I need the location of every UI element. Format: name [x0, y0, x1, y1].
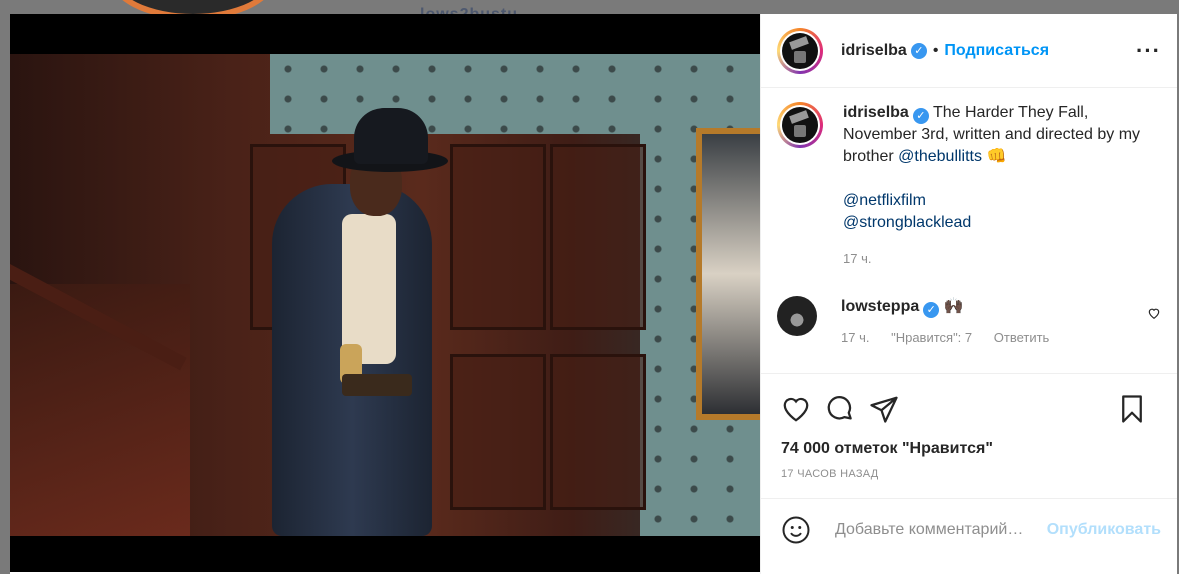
more-options-icon[interactable]: ··· — [1136, 38, 1161, 64]
caption-username[interactable]: idriselba — [843, 104, 909, 121]
post-media[interactable] — [10, 14, 760, 572]
add-comment-bar: Опубликовать — [761, 498, 1177, 560]
mention-link[interactable]: @thebullitts — [898, 148, 982, 165]
follow-button[interactable]: Подписаться — [944, 42, 1049, 60]
post-photo — [10, 54, 760, 536]
gun-belt — [342, 374, 412, 396]
bookmark-icon[interactable] — [1117, 394, 1147, 424]
likes-count[interactable]: 74 000 отметок "Нравится" — [761, 428, 1177, 458]
post-modal: idriselba ✓ • Подписаться ··· idriselba ✓… — [10, 14, 1177, 574]
picture-frame — [696, 128, 760, 420]
like-icon[interactable] — [781, 394, 811, 424]
comments-list[interactable]: idriselba ✓ The Harder They Fall, Novembe… — [761, 88, 1177, 374]
comment-icon[interactable] — [825, 394, 855, 424]
avatar-image — [782, 32, 818, 69]
emoji-icon[interactable] — [781, 515, 811, 545]
hat-crown — [354, 108, 428, 164]
wood-panel — [450, 144, 546, 330]
comment-item: lowsteppa ✓ 🙌🏿 17 ч. "Нравится": 7 Ответи… — [777, 296, 1161, 345]
wood-panel — [550, 354, 646, 510]
mention-link[interactable]: @netflixfilm — [843, 192, 926, 209]
post-sidebar: idriselba ✓ • Подписаться ··· idriselba ✓… — [760, 14, 1177, 574]
comment-text: 🙌🏿 — [943, 298, 964, 315]
commenter-avatar[interactable] — [777, 296, 817, 336]
author-username[interactable]: idriselba — [841, 42, 907, 60]
commenter-username[interactable]: lowsteppa — [841, 298, 919, 315]
author-avatar[interactable] — [777, 27, 823, 74]
caption-avatar[interactable] — [777, 102, 823, 148]
share-icon[interactable] — [869, 394, 899, 424]
post-time: 17 ЧАСОВ НАЗАД — [781, 468, 879, 480]
verified-icon: ✓ — [912, 108, 929, 124]
wood-panel — [550, 144, 646, 330]
separator-dot: • — [932, 41, 939, 59]
caption-time: 17 ч. — [843, 251, 872, 266]
caption: idriselba ✓ The Harder They Fall, Novembe… — [777, 102, 1161, 270]
comment-like-icon[interactable] — [1147, 306, 1161, 320]
man-shirt — [342, 214, 396, 364]
reply-button[interactable]: Ответить — [994, 330, 1050, 345]
action-bar — [761, 374, 1177, 428]
verified-icon: ✓ — [923, 301, 940, 318]
post-header: idriselba ✓ • Подписаться ··· — [761, 14, 1177, 88]
comment-likes[interactable]: "Нравится": 7 — [891, 330, 972, 345]
comment-input[interactable] — [833, 519, 1047, 540]
mention-link[interactable]: @strongblacklead — [843, 214, 971, 231]
fist-emoji: 👊 — [986, 148, 1007, 165]
verified-icon: ✓ — [910, 42, 927, 59]
post-comment-button[interactable]: Опубликовать — [1047, 521, 1161, 539]
comment-time: 17 ч. — [841, 329, 870, 345]
wood-panel — [450, 354, 546, 510]
